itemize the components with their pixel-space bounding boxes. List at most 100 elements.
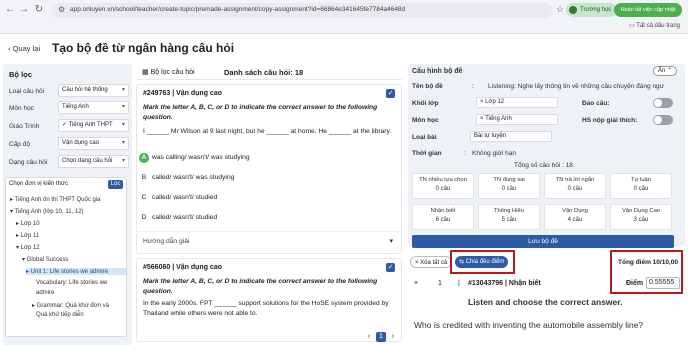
type-tile: TN đúng sai 0 câu [478,173,540,199]
filter-label: Dạng câu hỏi [9,159,48,166]
colon: : [472,83,474,90]
tree-heading: Chọn đơn vị kiến thức [9,181,68,187]
tree-item[interactable]: ▸ Lớp 11 [16,232,39,239]
school-profile-button[interactable]: Trường học [566,3,618,17]
tile-count: 4 câu [567,217,583,223]
type-tile: TN trả lời ngắn 0 câu [544,173,606,199]
name-value[interactable]: Listening: Nghe lấy thông tin về những c… [488,83,682,90]
type-value: Bài tự luyện [474,133,507,139]
prev-page-button[interactable]: ‹ [364,332,374,342]
level-tile: Vận Dụng 4 câu [544,204,606,230]
next-page-button[interactable]: › [388,332,398,342]
subject-select[interactable]: × Tiếng Anh [476,114,558,125]
forward-arrow-icon[interactable]: → [18,4,30,16]
collapse-button[interactable]: Ẩn ⌃ [653,66,678,76]
reload-icon[interactable]: ↻ [33,4,45,16]
config-panel: Cấu hình bộ đề Ẩn ⌃ Tên bộ đề : Listenin… [408,64,685,345]
close-icon[interactable]: × [414,280,418,287]
tile-name: TN trả lời ngắn [555,177,595,183]
tree-filter-button[interactable]: Lọc [108,180,123,189]
grade-select[interactable]: × Lớp 12 [476,97,558,108]
tile-name: Tự luận [631,177,651,183]
tile-name: TN đúng sai [493,177,525,183]
type-select[interactable]: Bài tự luyện [470,131,552,142]
bookmark-star-icon[interactable]: ☆ [556,4,564,15]
tree-item[interactable]: ▸ Grammar: Quá khứ đơn và [32,302,109,309]
level-tile: Thông Hiểu 5 câu [478,204,540,230]
question-instruction: Mark the letter A, B, C, or D to indicat… [143,278,378,295]
all-bookmarks-link[interactable]: ▭ Tất cả dấu trang [629,22,680,29]
back-link[interactable]: ‹ Quay lại [8,44,40,53]
page-title: Tạo bộ đề từ ngân hàng câu hỏi [52,41,235,55]
level-select[interactable]: Vận dụng cao ▾ [58,137,129,150]
shuffle-label: Đảo câu: [582,100,610,107]
subject-value: Tiếng Anh [485,116,512,122]
tree-item-cont: admire [36,290,55,296]
question-form-select[interactable]: Chọn dạng câu hỏi ▾ [58,155,129,168]
shuffle-toggle[interactable] [653,98,673,108]
tile-name: Thông Hiểu [494,208,524,214]
explain-toggle[interactable] [653,115,673,125]
tile-count: 5 câu [501,217,517,223]
tree-item[interactable]: ▾ Global Success [22,256,68,263]
question-checkbox[interactable]: ✓ [386,89,395,98]
solution-toggle[interactable]: Hướng dẫn giải [143,238,189,245]
tree-item-active[interactable]: ▸ Unit 1: Life stories we admire [26,268,126,275]
address-bar[interactable]: ⚙ app.onluyen.vn/school/teacher/create-t… [52,3,552,18]
split-icon: ⇆ [459,259,466,265]
total-points: Tổng điểm 10/10,00 [618,259,678,266]
page-1-button[interactable]: 1 [376,332,386,342]
tree-item[interactable]: ▸ Tiếng Anh ôn thi THPT Quốc gia [10,196,101,203]
option-d: Dcalled/ wasn't/ studied [139,213,218,223]
type-tile: TN nhiều lựa chọn 0 câu [412,173,474,199]
split-points-button[interactable]: ⇆ Chia đều điểm [455,256,509,268]
filter-toggle[interactable]: ▦ Bộ lọc câu hỏi [142,68,195,76]
save-set-button[interactable]: Lưu bộ đề [412,235,674,248]
tree-item[interactable]: ▸ Lớp 10 [16,220,40,227]
tile-name: Nhận biết [430,208,456,214]
level-tile: Nhận biết 6 câu [412,204,474,230]
points-label: Điểm [626,280,644,287]
tile-count: 0 câu [633,186,649,192]
chevron-down-icon[interactable]: ▾ [389,237,393,245]
back-arrow-icon[interactable]: ← [4,4,16,16]
question-list-panel: ▦ Bộ lọc câu hỏi Danh sách câu hỏi: 18 #… [136,64,402,345]
grade-value: Lớp 12 [485,99,505,105]
chevron-down-icon: ▾ [121,140,125,146]
subject-select[interactable]: Tiếng Anh ▾ [58,101,129,114]
type-tile: Tự luận 0 câu [610,173,672,199]
grid-icon: ▦ [142,69,151,76]
option-letter: C [141,194,147,201]
filter-row-question-form: Dạng câu hỏi Chọn dạng câu hỏi ▾ [9,155,129,169]
filter-heading: Bộ lọc [9,70,32,79]
curriculum-select[interactable]: ✓ Tiếng Anh THPT ▾ [58,119,129,132]
profile-avatar-icon [569,6,577,14]
tile-count: 3 câu [633,217,649,223]
site-info-icon[interactable]: ⚙ [58,5,65,14]
question-card: #566060 | Vận dụng cao ✓ Mark the letter… [136,258,402,342]
finish-update-button[interactable]: Hoàn tất việc cập nhật [614,3,682,17]
question-checkbox[interactable]: ✓ [386,263,395,272]
tree-item[interactable]: ▾ Lớp 12 [16,244,40,251]
filter-row-question-type: Loại câu hỏi Câu hỏi hệ thống ▾ [9,84,129,98]
filter-tab-label: Bộ lọc câu hỏi [150,69,195,76]
question-count: Danh sách câu hỏi: 18 [224,68,304,77]
tree-item[interactable]: Vocabulary: Life stories we [36,280,107,286]
question-instruction: Mark the letter A, B, C, or D to indicat… [143,104,378,121]
question-type-select[interactable]: Câu hỏi hệ thống ▾ [58,84,129,97]
knowledge-tree: Chọn đơn vị kiến thức Lọc ▸ Tiếng Anh ôn… [5,177,127,337]
tile-count: 0 câu [501,186,517,192]
split-points-label: Chia đều điểm [465,259,505,265]
collapse-label: Ẩn [658,68,666,74]
option-text: was calling/ wasn't/ was studying [152,154,250,161]
selected-question-text: Who is credited with inventing the autom… [414,320,644,330]
tree-item[interactable]: ▾ Tiếng Anh (lớp 10, 11, 12) [10,208,84,215]
select-value: Vận dụng cao [62,140,100,146]
filter-label: Loại câu hỏi [9,88,45,95]
total-questions: Tổng số câu hỏi : 18 [514,162,573,169]
points-input[interactable]: 0.55555 [646,277,680,289]
chevron-down-icon: ▾ [121,104,125,110]
select-value: ✓ Tiếng Anh THPT [62,122,113,128]
remove-all-button[interactable]: × Xóa tất cả [410,256,453,268]
grade-label: Khối lớp [412,100,439,107]
